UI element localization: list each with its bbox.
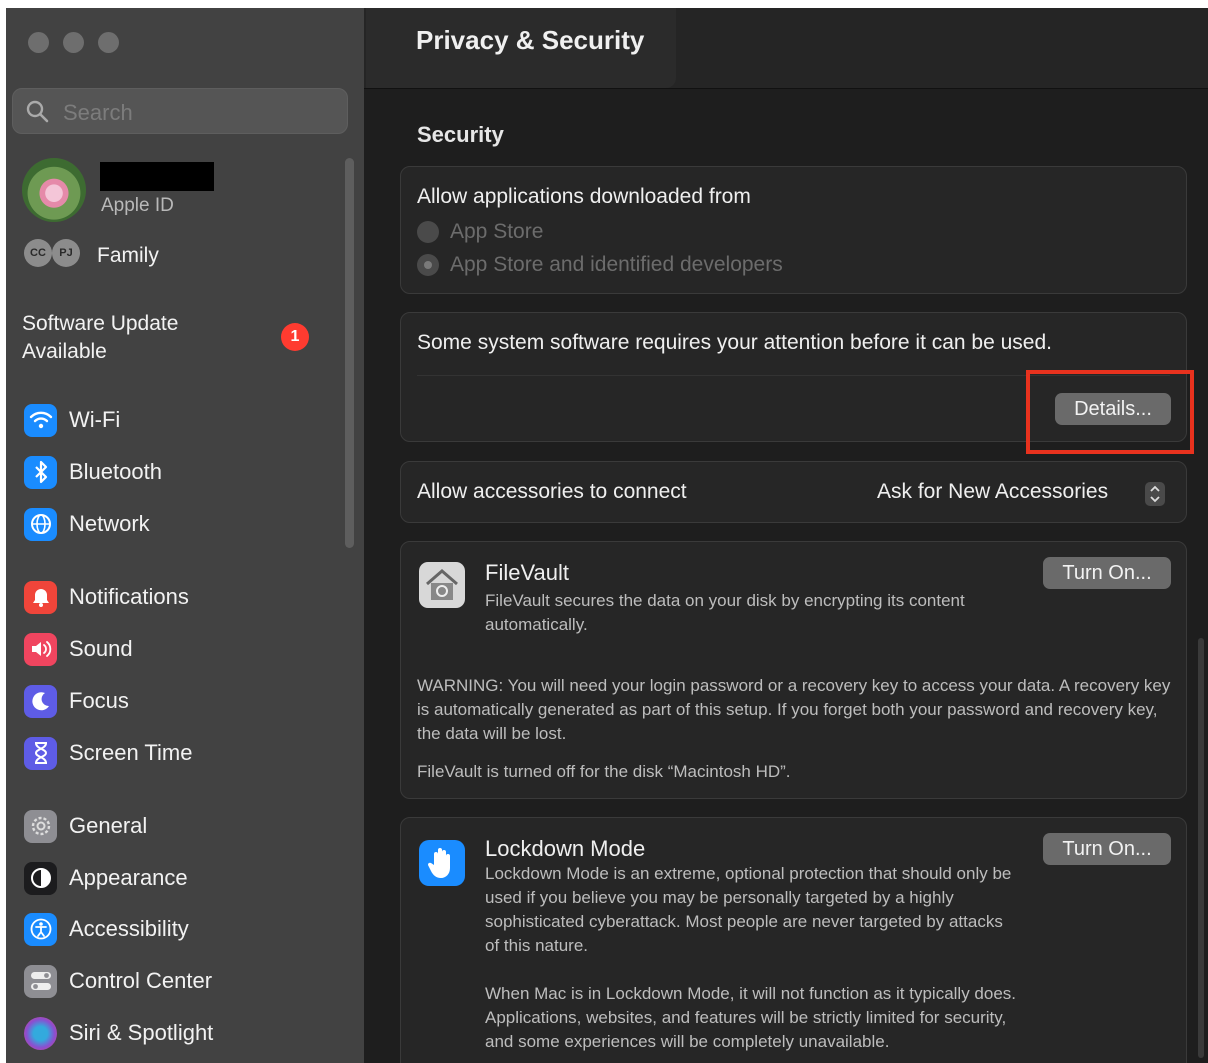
globe-icon <box>24 507 57 541</box>
sidebar-item-label: Notifications <box>69 584 189 609</box>
main-scrollbar[interactable] <box>1198 638 1204 1058</box>
section-title: Security <box>417 122 504 147</box>
sidebar-item-label: Control Center <box>69 968 213 993</box>
zoom-window-button[interactable] <box>98 32 119 53</box>
filevault-turn-on-button[interactable]: Turn On... <box>1043 557 1171 589</box>
sidebar-item-software-update[interactable]: Software Update Available <box>22 310 242 366</box>
accessories-label: Allow accessories to connect <box>417 480 687 503</box>
settings-window: Search Apple ID CC PJ Family Software Up… <box>6 8 1208 1063</box>
gear-icon <box>24 809 57 843</box>
sidebar-item-label: Wi-Fi <box>69 407 121 432</box>
lockdown-card: Lockdown Mode Lockdown Mode is an extrem… <box>400 817 1187 1063</box>
sidebar-scrollbar[interactable] <box>345 158 354 548</box>
search-placeholder: Search <box>63 100 133 125</box>
sidebar-item-label: Network <box>69 511 150 536</box>
sidebar-item-accessibility[interactable]: Accessibility <box>24 911 189 947</box>
radio-label-app-store-identified: App Store and identified developers <box>450 253 783 276</box>
toolbar: Privacy & Security <box>364 8 1208 89</box>
window-controls <box>28 32 119 53</box>
sidebar-item-siri-spotlight[interactable]: Siri & Spotlight <box>24 1015 213 1051</box>
sidebar-item-label: General <box>69 813 148 838</box>
filevault-warning: WARNING: You will need your login passwo… <box>417 676 1171 743</box>
sidebar-item-label: Screen Time <box>69 740 193 765</box>
search-icon <box>25 99 49 128</box>
radio-app-store[interactable] <box>417 221 439 243</box>
minimize-window-button[interactable] <box>63 32 84 53</box>
accessories-card: Allow accessories to connect Ask for New… <box>400 461 1187 523</box>
allow-apps-label: Allow applications downloaded from <box>417 185 751 208</box>
sidebar-item-notifications[interactable]: Notifications <box>24 579 189 615</box>
sidebar-item-label: Bluetooth <box>69 459 162 484</box>
filevault-card: FileVault FileVault secures the data on … <box>400 541 1187 799</box>
sidebar-item-bluetooth[interactable]: Bluetooth <box>24 454 162 490</box>
sidebar-item-label: Siri & Spotlight <box>69 1020 214 1045</box>
lockdown-turn-on-button[interactable]: Turn On... <box>1043 833 1171 865</box>
filevault-title: FileVault <box>485 560 569 585</box>
filevault-description: FileVault secures the data on your disk … <box>485 591 965 634</box>
radio-app-store-identified[interactable] <box>417 254 439 276</box>
chevron-updown-icon[interactable] <box>1145 482 1165 506</box>
sidebar: Search Apple ID CC PJ Family Software Up… <box>6 8 364 1063</box>
wifi-icon <box>24 403 57 437</box>
apple-id-label[interactable]: Apple ID <box>101 195 174 217</box>
redacted-account-name <box>100 162 214 191</box>
lockdown-title: Lockdown Mode <box>485 836 646 861</box>
page-title: Privacy & Security <box>416 25 645 55</box>
close-window-button[interactable] <box>28 32 49 53</box>
accessibility-icon <box>24 912 57 946</box>
filevault-status: FileVault is turned off for the disk “Ma… <box>417 762 791 781</box>
speaker-icon <box>24 632 57 666</box>
family-avatar: PJ <box>52 239 80 267</box>
allow-apps-card: Allow applications downloaded from App S… <box>400 166 1187 294</box>
hand-icon <box>419 840 465 886</box>
sidebar-item-label: Accessibility <box>69 916 189 941</box>
attention-message: Some system software requires your atten… <box>417 331 1052 354</box>
highlight-box <box>1026 370 1194 454</box>
sidebar-item-control-center[interactable]: Control Center <box>24 963 212 999</box>
sidebar-item-sound[interactable]: Sound <box>24 631 133 667</box>
sidebar-item-label: Sound <box>69 636 133 661</box>
bluetooth-icon <box>24 455 57 489</box>
sidebar-item-focus[interactable]: Focus <box>24 683 129 719</box>
sidebar-item-label: Appearance <box>69 865 188 890</box>
lockdown-description: Lockdown Mode is an extreme, optional pr… <box>485 864 1012 955</box>
sidebar-item-general[interactable]: General <box>24 808 147 844</box>
search-input[interactable]: Search <box>12 88 348 134</box>
lockdown-detail: When Mac is in Lockdown Mode, it will no… <box>485 984 1017 1051</box>
sidebar-item-appearance[interactable]: Appearance <box>24 860 188 896</box>
update-badge: 1 <box>281 323 309 351</box>
bell-icon <box>24 580 57 614</box>
sidebar-item-network[interactable]: Network <box>24 506 150 542</box>
siri-icon <box>24 1016 57 1050</box>
sidebar-item-label: Focus <box>69 688 129 713</box>
toggles-icon <box>24 964 57 998</box>
sidebar-item-family[interactable]: Family <box>97 244 159 268</box>
sidebar-item-screen-time[interactable]: Screen Time <box>24 735 193 771</box>
main-pane: Privacy & Security Security Allow applic… <box>364 8 1208 1063</box>
moon-icon <box>24 684 57 718</box>
radio-label-app-store: App Store <box>450 220 544 243</box>
hourglass-icon <box>24 736 57 770</box>
accessories-select[interactable]: Ask for New Accessories <box>877 480 1108 504</box>
sidebar-item-wifi[interactable]: Wi-Fi <box>24 402 120 438</box>
appearance-icon <box>24 861 57 895</box>
family-avatar: CC <box>24 239 52 267</box>
avatar[interactable] <box>22 158 86 222</box>
filevault-icon <box>419 562 465 608</box>
